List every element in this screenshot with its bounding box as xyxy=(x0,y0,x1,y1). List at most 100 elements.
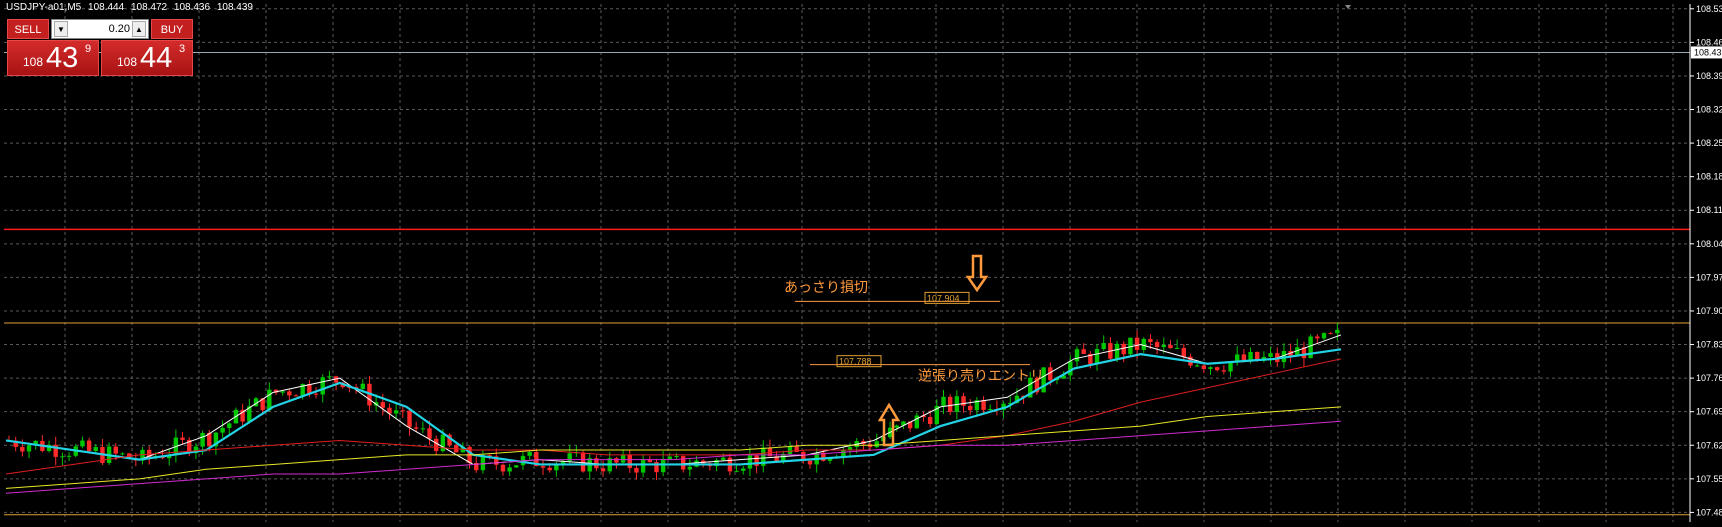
candle-body xyxy=(413,427,419,429)
sell-price-big: 43 xyxy=(46,42,79,74)
candle-body xyxy=(1094,349,1100,365)
price-tick-label: 107.97 xyxy=(1696,272,1722,282)
candle-body xyxy=(327,376,332,378)
entry-label: 逆張り売りエントリ xyxy=(918,369,1044,385)
candle-body xyxy=(527,451,532,456)
candle-body xyxy=(93,447,98,451)
candle-body xyxy=(947,396,953,412)
candle-body xyxy=(600,468,606,472)
candle-body xyxy=(293,395,299,397)
buy-price-button[interactable]: 108 44 3 xyxy=(101,40,193,76)
candle-body xyxy=(120,453,125,455)
candle-body xyxy=(320,377,325,395)
price-tick-label: 108.53 xyxy=(1696,4,1722,14)
price-chart-svg[interactable]: 107.904107.788あっさり損切逆張り売りエントリ 108.53 108.… xyxy=(0,0,1722,527)
candle-body xyxy=(113,446,118,454)
candle-body xyxy=(220,427,225,433)
candle-body xyxy=(1068,361,1073,376)
price-tick-label: 107.62 xyxy=(1696,440,1722,450)
ma-line xyxy=(5,406,1342,489)
candle-body xyxy=(1335,329,1340,334)
lot-value[interactable]: 0.20 xyxy=(70,20,130,38)
candle-body xyxy=(1174,347,1180,349)
price-tick-label: 108.32 xyxy=(1696,105,1722,115)
trading-chart[interactable]: 107.904 107.788 あっさり損切 逆張り売りエントリ 108.53 108.… xyxy=(0,0,1722,527)
candle-body xyxy=(894,425,899,428)
candle-body xyxy=(420,428,426,430)
candle-body xyxy=(507,467,512,472)
candle-body xyxy=(540,466,546,468)
moving-averages xyxy=(5,334,1342,494)
sell-button[interactable]: SELL xyxy=(7,19,49,39)
candle-body xyxy=(620,454,626,463)
candle-body xyxy=(721,457,726,461)
candle-body xyxy=(927,417,933,425)
down-arrow-icon xyxy=(965,254,989,293)
candle-body xyxy=(1121,343,1126,355)
candle-body xyxy=(787,446,793,454)
candle-body xyxy=(961,396,966,406)
candle-body xyxy=(80,440,85,447)
buy-price-sup: 3 xyxy=(179,43,186,55)
candle-body xyxy=(380,402,385,408)
candle-body xyxy=(667,456,673,459)
ma-line xyxy=(5,420,1342,494)
lot-decrease-icon[interactable]: ▼ xyxy=(54,21,68,37)
lot-size-field[interactable]: ▼ 0.20 ▲ xyxy=(51,19,149,39)
candle-body xyxy=(847,447,853,450)
candle-body xyxy=(407,410,412,428)
sell-price-button[interactable]: 108 43 9 xyxy=(7,40,99,76)
candle-body xyxy=(680,456,686,470)
candle-body xyxy=(180,437,185,440)
candle-body xyxy=(741,468,746,471)
price-tick-label: 108.11 xyxy=(1696,205,1722,215)
candle-body xyxy=(941,396,946,406)
price-tick-label: 108.04 xyxy=(1696,239,1722,249)
candle-body xyxy=(674,456,679,458)
candles xyxy=(6,322,1340,481)
price-tick-label: 107.90 xyxy=(1696,306,1722,316)
ohlc-close: 108.439 xyxy=(216,2,253,13)
annotations: 107.904 107.788 あっさり損切逆張り売りエントリ xyxy=(784,254,1044,447)
price-tick-label: 108.18 xyxy=(1696,172,1722,182)
lot-increase-icon[interactable]: ▲ xyxy=(132,21,146,37)
candle-body xyxy=(400,410,406,412)
price-tick-label: 107.76 xyxy=(1696,373,1722,383)
candle-body xyxy=(1168,344,1173,349)
ohlc-open: 108.444 xyxy=(88,2,125,13)
price-tick-label: 107.69 xyxy=(1696,407,1722,417)
price-tick-label: 108.46 xyxy=(1696,37,1722,47)
candle-body xyxy=(981,400,986,410)
candle-body xyxy=(1315,336,1320,339)
chart-symbol: USDJPY-a01,M5 xyxy=(6,2,82,13)
buy-price-big: 44 xyxy=(140,42,173,74)
candle-body xyxy=(60,456,65,458)
candle-body xyxy=(1114,343,1120,359)
candle-body xyxy=(580,452,586,472)
candle-body xyxy=(1161,344,1166,348)
candle-body xyxy=(660,458,666,473)
candle-body xyxy=(1101,343,1106,350)
candle-body xyxy=(747,455,753,469)
candle-body xyxy=(1081,349,1086,354)
candle-body xyxy=(427,428,432,439)
candle-body xyxy=(1268,353,1273,357)
candle-body xyxy=(26,445,32,452)
candle-body xyxy=(1134,337,1140,350)
price-tick-label: 108.39 xyxy=(1696,71,1722,81)
buy-button[interactable]: BUY xyxy=(151,19,193,39)
candle-body xyxy=(1228,362,1233,372)
candle-body xyxy=(1214,367,1220,371)
price-tick-label: 107.48 xyxy=(1696,507,1722,517)
ma-line xyxy=(5,348,1342,466)
candle-body xyxy=(287,391,292,396)
candle-body xyxy=(227,423,232,428)
candle-body xyxy=(66,455,72,457)
current-price-tag: 108.439 xyxy=(1694,47,1722,57)
candle-body xyxy=(1181,347,1186,357)
candle-body xyxy=(1201,365,1207,369)
price-tick-label: 107.83 xyxy=(1696,340,1722,350)
candle-body xyxy=(968,405,973,411)
price-tick-label: 108.25 xyxy=(1696,138,1722,148)
ohlc-low: 108.436 xyxy=(173,2,211,13)
